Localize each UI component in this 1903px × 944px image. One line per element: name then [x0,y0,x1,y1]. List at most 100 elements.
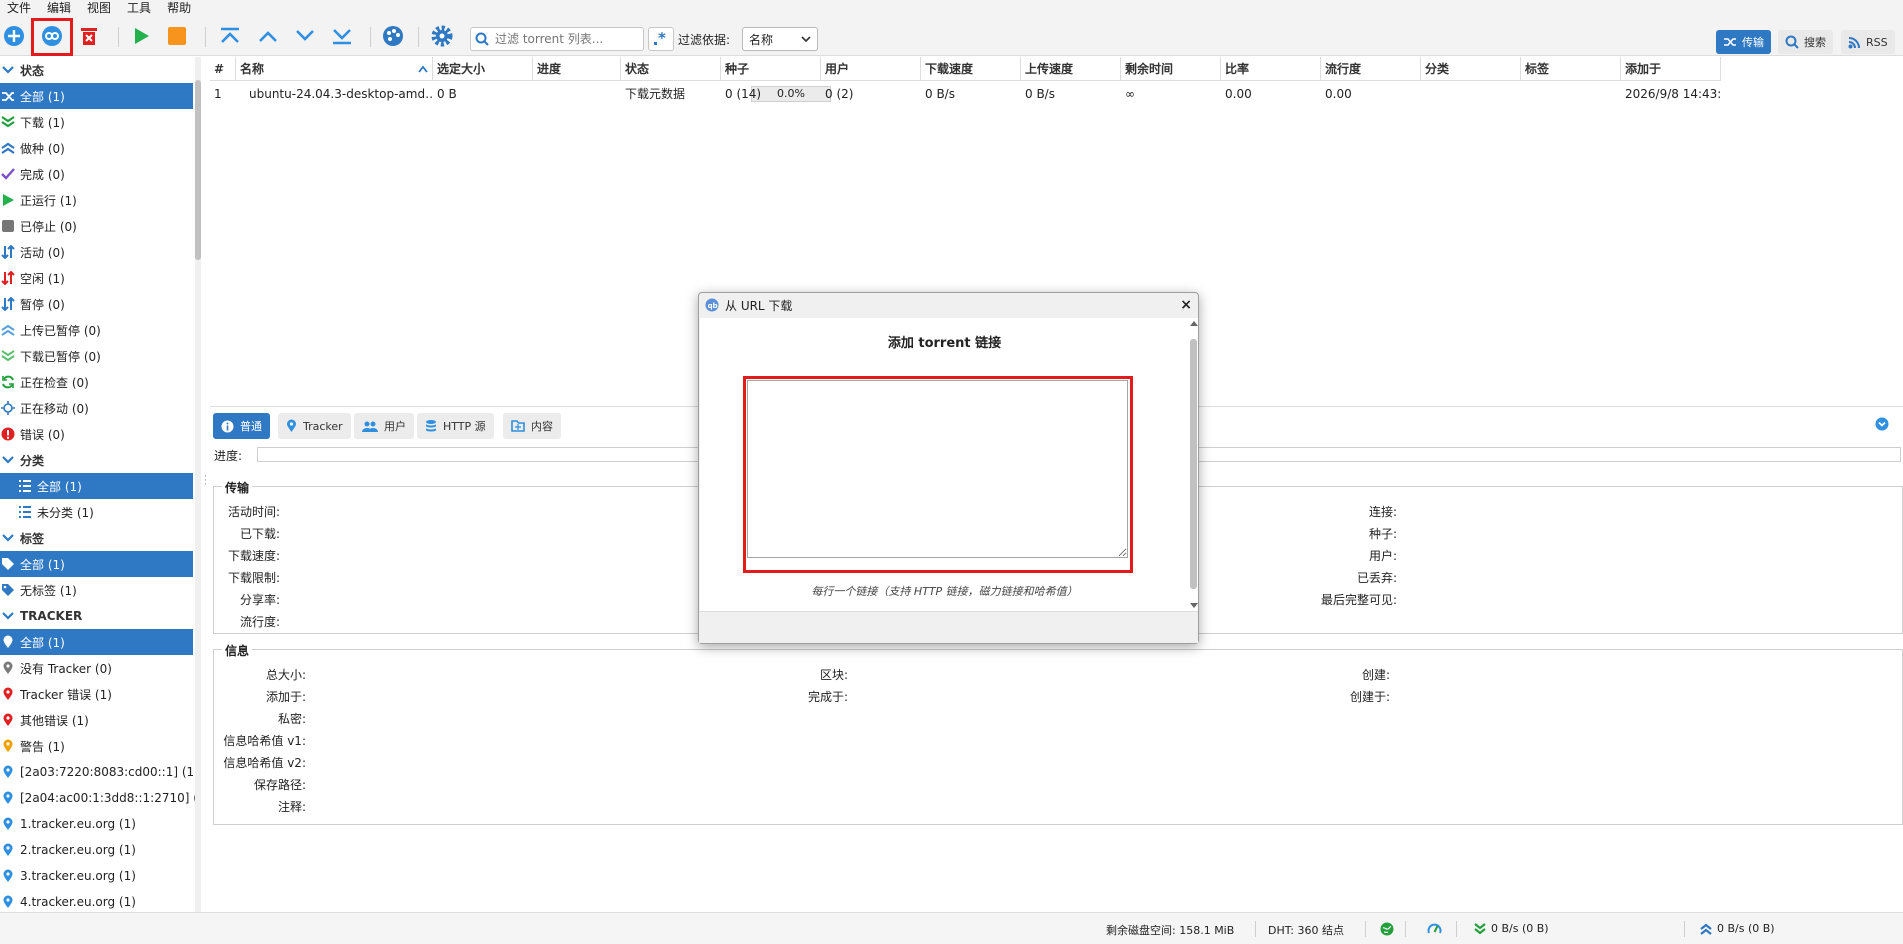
sidebar-item-status-1[interactable]: 下载 (1) [0,109,193,135]
transfer-view-button[interactable]: 传输 [1716,30,1771,54]
tab-peers[interactable]: 用户 [354,413,414,439]
speed-limits-icon[interactable] [1427,922,1442,936]
column-header-popularity[interactable]: 流行度 [1321,57,1421,81]
sidebar-item-label: 正在移动 (0) [20,401,89,416]
menu-view[interactable]: 视图 [80,0,120,16]
sidebar-item-status-6[interactable]: 活动 (0) [0,239,193,265]
sidebar-item-status-10[interactable]: 下载已暂停 (0) [0,343,193,369]
regex-toggle-button[interactable]: * [648,27,674,51]
location-pin-icon [1,765,15,779]
sidebar-header-status[interactable]: 状态 [0,57,193,83]
settings-icon[interactable] [429,23,455,49]
sidebar-item-status-2[interactable]: 做种 (0) [0,135,193,161]
rss-view-button[interactable]: RSS [1841,30,1895,54]
tab-http-sources[interactable]: HTTP 源 [417,413,494,439]
start-icon[interactable] [128,23,154,49]
checking-icon [1,375,15,389]
sidebar-item-tracker-9[interactable]: 3.tracker.eu.org (1) [0,863,193,889]
menu-help[interactable]: 帮助 [160,0,200,16]
sidebar-scroll-thumb[interactable] [195,80,201,260]
close-icon[interactable]: × [1180,297,1192,313]
top-priority-icon[interactable] [217,23,243,49]
sidebar-item-status-5[interactable]: 已停止 (0) [0,213,193,239]
menu-edit[interactable]: 编辑 [40,0,80,16]
tab-general[interactable]: 普通 [213,413,270,439]
column-header-size[interactable]: 选定大小 [433,57,533,81]
sidebar-item-status-4[interactable]: 正运行 (1) [0,187,193,213]
column-header-tags[interactable]: 标签 [1521,57,1621,81]
dialog-scroll-thumb[interactable] [1190,339,1197,589]
sidebar-item-category-0[interactable]: 全部 (1) [0,473,193,499]
sidebar-item-tracker-3[interactable]: 其他错误 (1) [0,707,193,733]
info-left-label-3: 信息哈希值 v1: [223,734,306,748]
row-ratio: 0.00 [1225,87,1252,101]
dht-nodes: DHT: 360 结点 [1268,924,1344,937]
column-header-category[interactable]: 分类 [1421,57,1521,81]
column-header-seeds[interactable]: 种子 [721,57,821,81]
sidebar-header-label: 标签 [20,531,45,546]
sidebar-item-tracker-1[interactable]: 没有 Tracker (0) [0,655,193,681]
torrent-links-textarea[interactable] [747,380,1128,558]
decrease-priority-icon[interactable] [292,23,318,49]
column-header-download-speed[interactable]: 下载速度 [921,57,1021,81]
increase-priority-icon[interactable] [255,23,281,49]
column-header-name[interactable]: 名称 [236,57,433,81]
column-header-upload-speed[interactable]: 上传速度 [1021,57,1121,81]
menu-file[interactable]: 文件 [0,0,40,16]
column-header-ratio[interactable]: 比率 [1221,57,1321,81]
sidebar-item-status-12[interactable]: 正在移动 (0) [0,395,193,421]
column-header-added-on[interactable]: 添加于 [1621,57,1721,81]
download-speed-text: 0 B/s (0 B) [1491,922,1549,935]
sidebar-item-status-7[interactable]: 空闲 (1) [0,265,193,291]
sidebar-item-tracker-0[interactable]: 全部 (1) [0,629,193,655]
dialog-title-bar[interactable]: qb 从 URL 下载 [699,293,1198,317]
sidebar-item-tracker-7[interactable]: 1.tracker.eu.org (1) [0,811,193,837]
transfer-right-label-4: 最后完整可见: [1320,593,1397,607]
search-view-button[interactable]: 搜索 [1778,30,1833,54]
sidebar-item-status-9[interactable]: 上传已暂停 (0) [0,317,193,343]
sidebar-item-status-8[interactable]: 暂停 (0) [0,291,193,317]
column-header-eta[interactable]: 剩余时间 [1121,57,1221,81]
filter-by-label: 过滤依据: [678,33,731,47]
sidebar-item-tracker-5[interactable]: [2a03:7220:8083:cd00::1] (1) [0,759,195,785]
sidebar-item-tracker-6[interactable]: [2a04:ac00:1:3dd8::1:2710] (1) [0,785,195,811]
list-icon [18,505,32,519]
add-torrent-icon[interactable] [1,23,27,49]
column-header-number[interactable]: # [210,57,236,81]
scroll-down-icon[interactable] [1190,603,1198,609]
column-header-peers[interactable]: 用户 [821,57,921,81]
sidebar-item-tracker-10[interactable]: 4.tracker.eu.org (1) [0,889,193,912]
tab-tracker[interactable]: Tracker [278,413,351,439]
scroll-up-icon[interactable] [1190,320,1198,326]
sidebar-header-trackers[interactable]: TRACKER [0,603,193,629]
column-header-status[interactable]: 状态 [621,57,721,81]
sidebar-item-tag-1[interactable]: 无标签 (1) [0,577,193,603]
sidebar-item-category-1[interactable]: 未分类 (1) [0,499,193,525]
sidebar-item-status-11[interactable]: 正在检查 (0) [0,369,193,395]
filter-by-select[interactable]: 名称 [742,27,818,51]
collapse-panel-icon[interactable] [1875,417,1889,434]
sidebar-item-tracker-4[interactable]: 警告 (1) [0,733,193,759]
connection-status-icon[interactable] [1380,922,1394,936]
sidebar-item-label: 4.tracker.eu.org (1) [20,895,136,909]
torrent-filter-box[interactable] [470,27,644,51]
delete-icon[interactable] [76,23,102,49]
sidebar-item-tag-0[interactable]: 全部 (1) [0,551,193,577]
sidebar-item-tracker-8[interactable]: 2.tracker.eu.org (1) [0,837,193,863]
torrent-filter-input[interactable] [493,31,633,47]
tab-content[interactable]: 内容 [503,413,561,439]
column-header-progress[interactable]: 进度 [533,57,621,81]
bottom-priority-icon[interactable] [329,23,355,49]
row-seeds: 0 (14) [725,87,762,101]
sidebar-item-status-3[interactable]: 完成 (0) [0,161,193,187]
menu-tools[interactable]: 工具 [120,0,160,16]
stop-icon[interactable] [164,23,190,49]
sidebar-item-status-0[interactable]: 全部 (1) [0,83,193,109]
sidebar-header-tags[interactable]: 标签 [0,525,193,551]
splitter-handle[interactable]: · · · [204,473,207,490]
sidebar-item-tracker-2[interactable]: Tracker 错误 (1) [0,681,193,707]
sidebar-item-status-13[interactable]: 错误 (0) [0,421,193,447]
sidebar-header-categories[interactable]: 分类 [0,447,193,473]
location-pin-icon [287,419,296,432]
theme-icon[interactable] [380,23,406,49]
